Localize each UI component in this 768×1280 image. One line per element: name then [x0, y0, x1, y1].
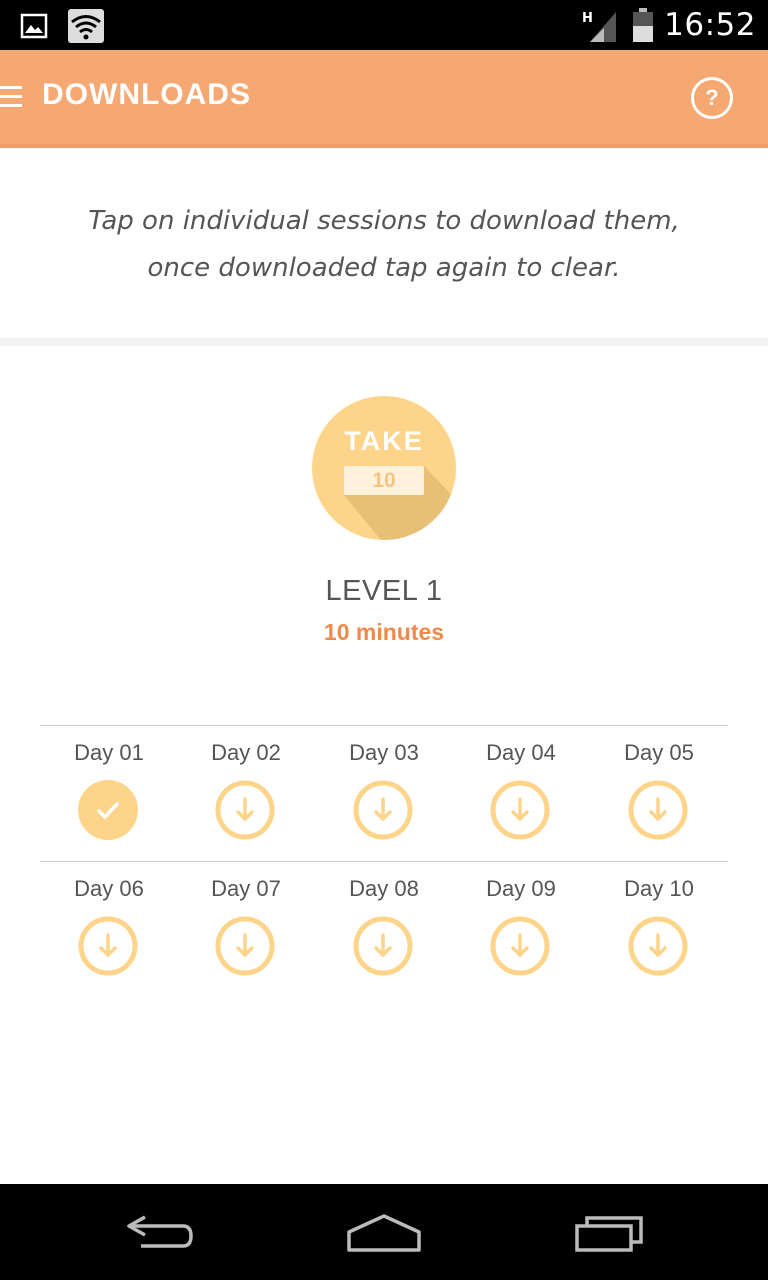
session-label: Day 05	[624, 740, 694, 765]
status-bar: H 16:52	[0, 0, 768, 50]
download-icon[interactable]	[215, 780, 275, 840]
download-icon[interactable]	[353, 916, 413, 976]
badge-take-text: TAKE	[344, 426, 424, 456]
session-label: Day 09	[486, 876, 556, 901]
system-nav-bar	[0, 1184, 768, 1280]
level-duration: 10 minutes	[323, 619, 445, 645]
session-label: Day 07	[211, 876, 281, 901]
badge-number-plate: 10	[344, 466, 424, 495]
sessions-grid: Day 01 Day 02 Day 03 Day 04 Day 05 Day 0…	[40, 725, 728, 997]
home-icon[interactable]	[329, 1184, 439, 1280]
sessions-row: Day 06 Day 07 Day 08 Day 09 Day 10	[40, 861, 728, 997]
session-label: Day 01	[74, 740, 144, 765]
session-label: Day 04	[486, 740, 556, 765]
app-bar: DOWNLOADS ?	[0, 50, 768, 148]
download-icon[interactable]	[490, 780, 550, 840]
intro-text: Tap on individual sessions to download t…	[88, 206, 680, 283]
image-notification-icon	[20, 13, 48, 39]
menu-icon[interactable]	[0, 86, 22, 108]
session-label: Day 03	[349, 740, 419, 765]
session-label: Day 02	[211, 740, 281, 765]
level-badge: TAKE 10	[312, 396, 456, 540]
session-label: Day 06	[74, 876, 144, 901]
back-icon[interactable]	[105, 1184, 215, 1280]
intro-section: Tap on individual sessions to download t…	[0, 148, 768, 340]
session-label: Day 10	[624, 876, 694, 901]
check-icon[interactable]	[78, 780, 138, 840]
battery-icon	[633, 8, 654, 42]
sessions-row: Day 01 Day 02 Day 03 Day 04 Day 05	[40, 725, 728, 861]
section-divider	[0, 338, 768, 346]
download-icon[interactable]	[353, 780, 413, 840]
page-title: DOWNLOADS	[42, 78, 251, 111]
download-icon[interactable]	[215, 916, 275, 976]
level-title: LEVEL 1	[325, 575, 443, 607]
session-label: Day 08	[349, 876, 419, 901]
download-icon[interactable]	[78, 916, 138, 976]
signal-icon: H	[582, 11, 617, 42]
download-icon[interactable]	[628, 916, 688, 976]
wifi-notification-icon	[68, 9, 104, 43]
status-time: 16:52	[664, 7, 756, 43]
download-icon[interactable]	[628, 780, 688, 840]
recent-apps-icon[interactable]	[555, 1184, 665, 1280]
help-icon[interactable]: ?	[691, 77, 733, 119]
download-icon[interactable]	[490, 916, 550, 976]
svg-text:H: H	[582, 11, 593, 26]
